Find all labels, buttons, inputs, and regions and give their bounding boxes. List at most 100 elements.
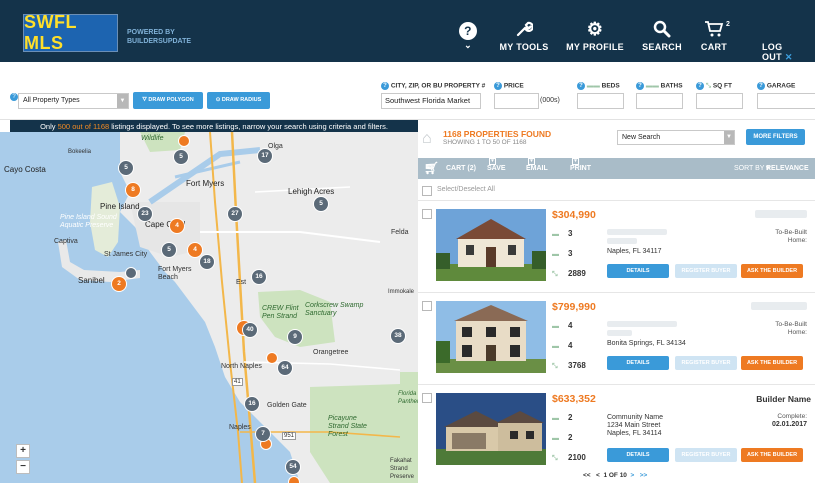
map-label-lehigh-acres: Lehigh Acres bbox=[288, 187, 335, 196]
pagination: << < 1 OF 10 > >> bbox=[583, 472, 647, 479]
wrench-icon bbox=[515, 20, 534, 41]
listing-card[interactable]: $304,990 ▬ 3 ▬ 3 ⤡ 2889 Naples, FL 34117 To… bbox=[418, 200, 815, 292]
listing-status: To-Be-Built Home: bbox=[775, 321, 807, 336]
select-all-checkbox[interactable] bbox=[422, 186, 432, 196]
ask-builder-button[interactable]: ASK THE BUILDER bbox=[741, 356, 803, 370]
map-cluster-marker[interactable]: 8 bbox=[125, 182, 141, 198]
bath-icon: ▬ bbox=[552, 251, 559, 258]
sort-by-label: SORT BY bbox=[734, 165, 765, 172]
map-cluster-marker[interactable]: 38 bbox=[390, 328, 406, 344]
map-cluster-marker[interactable] bbox=[178, 135, 190, 147]
listing-city: Naples, FL 34117 bbox=[607, 248, 662, 255]
more-filters-button[interactable]: MORE FILTERS bbox=[746, 129, 805, 145]
chevron-down-icon: ▾ bbox=[528, 158, 535, 165]
beds-stat: ▬ 2 bbox=[552, 413, 573, 422]
location-input[interactable]: Southwest Florida Market bbox=[381, 93, 481, 109]
last-page-button[interactable]: >> bbox=[640, 472, 648, 479]
map-cluster-marker[interactable]: 23 bbox=[137, 206, 153, 222]
map-cluster-marker[interactable] bbox=[266, 352, 278, 364]
register-buyer-button[interactable]: REGISTER BUYER bbox=[675, 356, 737, 370]
map-cluster-marker[interactable]: 5 bbox=[118, 160, 134, 176]
search-icon bbox=[653, 20, 671, 41]
property-type-select[interactable]: All Property Types ▼ bbox=[18, 93, 129, 109]
resize-icon: ⤡ bbox=[705, 82, 712, 90]
map-cluster-marker[interactable]: 5 bbox=[313, 196, 329, 212]
details-button[interactable]: DETAILS bbox=[607, 356, 669, 370]
gear-icon: ⚙ bbox=[586, 19, 604, 39]
help-icon[interactable]: ? bbox=[10, 93, 18, 101]
details-button[interactable]: DETAILS bbox=[607, 448, 669, 462]
price-input[interactable] bbox=[494, 93, 539, 109]
swfl-mls-logo[interactable]: SWFL MLS bbox=[23, 12, 118, 53]
listing-photo[interactable] bbox=[436, 393, 546, 465]
nav-search[interactable]: SEARCH bbox=[640, 0, 684, 62]
prev-page-button[interactable]: < bbox=[596, 472, 600, 479]
map-cluster-marker[interactable]: 40 bbox=[242, 322, 258, 338]
first-page-button[interactable]: << bbox=[583, 472, 591, 479]
map-cluster-marker[interactable]: 2 bbox=[111, 276, 127, 292]
help-icon[interactable]: ? bbox=[494, 82, 502, 90]
map-label-immokalee: Immokale bbox=[388, 289, 415, 295]
beds-label: ? ▬▬ BEDS bbox=[577, 82, 620, 90]
nav-my-tools[interactable]: MY TOOLS bbox=[496, 0, 552, 62]
logout-button[interactable]: LOG OUT ✕ bbox=[762, 42, 815, 63]
listing-card[interactable]: $799,990 ▬ 4 ▬ 4 ⤡ 3768 Bonita Springs, FL … bbox=[418, 292, 815, 384]
map-cluster-marker[interactable] bbox=[125, 267, 137, 279]
bath-icon: ▬▬ bbox=[645, 82, 659, 90]
map-cluster-marker[interactable]: 5 bbox=[173, 149, 189, 165]
ask-builder-button[interactable]: ASK THE BUILDER bbox=[741, 264, 803, 278]
help-icon[interactable]: ? bbox=[636, 82, 644, 90]
help-icon[interactable]: ? bbox=[696, 82, 704, 90]
map-cluster-marker[interactable]: 17 bbox=[257, 148, 273, 164]
map-cluster-marker[interactable]: 16 bbox=[244, 396, 260, 412]
map-cluster-marker[interactable]: 54 bbox=[285, 459, 301, 475]
map-cluster-marker[interactable]: 64 bbox=[277, 360, 293, 376]
garage-input[interactable] bbox=[757, 93, 815, 109]
route-951-shield: 951 bbox=[282, 432, 297, 440]
map-cluster-marker[interactable] bbox=[288, 476, 300, 483]
sort-by-select[interactable]: RELEVANCE ▾ bbox=[766, 158, 809, 179]
ask-builder-button[interactable]: ASK THE BUILDER bbox=[741, 448, 803, 462]
map-view[interactable]: Cayo Costa Bokeelia Wildlife Olga Fort M… bbox=[0, 132, 418, 483]
help-icon[interactable]: ? bbox=[577, 82, 585, 90]
beds-input[interactable] bbox=[577, 93, 624, 109]
listing-status: To-Be-Built Home: bbox=[775, 229, 807, 244]
draw-radius-button[interactable]: ⊙ DRAW RADIUS bbox=[207, 92, 270, 109]
details-button[interactable]: DETAILS bbox=[607, 264, 669, 278]
listing-checkbox[interactable] bbox=[422, 301, 432, 311]
sqft-stat: ⤡ 2889 bbox=[552, 269, 586, 278]
register-buyer-button[interactable]: REGISTER BUYER bbox=[675, 448, 737, 462]
draw-polygon-button[interactable]: ⛛ DRAW POLYGON bbox=[133, 92, 203, 109]
baths-input[interactable] bbox=[636, 93, 683, 109]
saved-search-select[interactable]: New Search ▼ bbox=[617, 130, 735, 145]
resize-icon: ⤡ bbox=[552, 455, 558, 462]
map-cluster-marker[interactable]: 5 bbox=[161, 242, 177, 258]
register-buyer-button[interactable]: REGISTER BUYER bbox=[675, 264, 737, 278]
help-icon[interactable]: ? bbox=[757, 82, 765, 90]
next-page-button[interactable]: > bbox=[631, 472, 635, 479]
map-cluster-marker[interactable]: 27 bbox=[227, 206, 243, 222]
listing-photo[interactable] bbox=[436, 209, 546, 281]
map-cluster-marker[interactable]: 4 bbox=[169, 218, 185, 234]
garage-label: ? GARAGE bbox=[757, 82, 795, 90]
listing-photo[interactable] bbox=[436, 301, 546, 373]
map-cluster-marker[interactable]: 18 bbox=[199, 254, 215, 270]
map-cluster-marker[interactable]: 9 bbox=[287, 329, 303, 345]
price-label: ? PRICE bbox=[494, 82, 524, 90]
bed-icon: ▬ bbox=[552, 231, 559, 238]
cart-action[interactable]: CART (2) bbox=[446, 158, 476, 179]
help-icon[interactable]: ? bbox=[381, 82, 389, 90]
cart-count-badge: 2 bbox=[726, 21, 731, 28]
nav-cart[interactable]: 2 CART bbox=[698, 0, 730, 62]
listing-card[interactable]: $633,352 Builder Name ▬ 2 ▬ 2 ⤡ 2100 Commun… bbox=[418, 384, 815, 476]
listing-checkbox[interactable] bbox=[422, 393, 432, 403]
sqft-stat: ⤡ 3768 bbox=[552, 361, 586, 370]
map-cluster-marker[interactable]: 16 bbox=[251, 269, 267, 285]
nav-help[interactable]: ? ⌄ bbox=[448, 0, 488, 62]
listing-checkbox[interactable] bbox=[422, 209, 432, 219]
map-cluster-marker[interactable]: 7 bbox=[255, 426, 271, 442]
zoom-in-button[interactable]: + bbox=[16, 444, 30, 458]
sqft-input[interactable] bbox=[696, 93, 743, 109]
zoom-out-button[interactable]: − bbox=[16, 460, 30, 474]
nav-my-profile[interactable]: ⚙ MY PROFILE bbox=[565, 0, 625, 62]
